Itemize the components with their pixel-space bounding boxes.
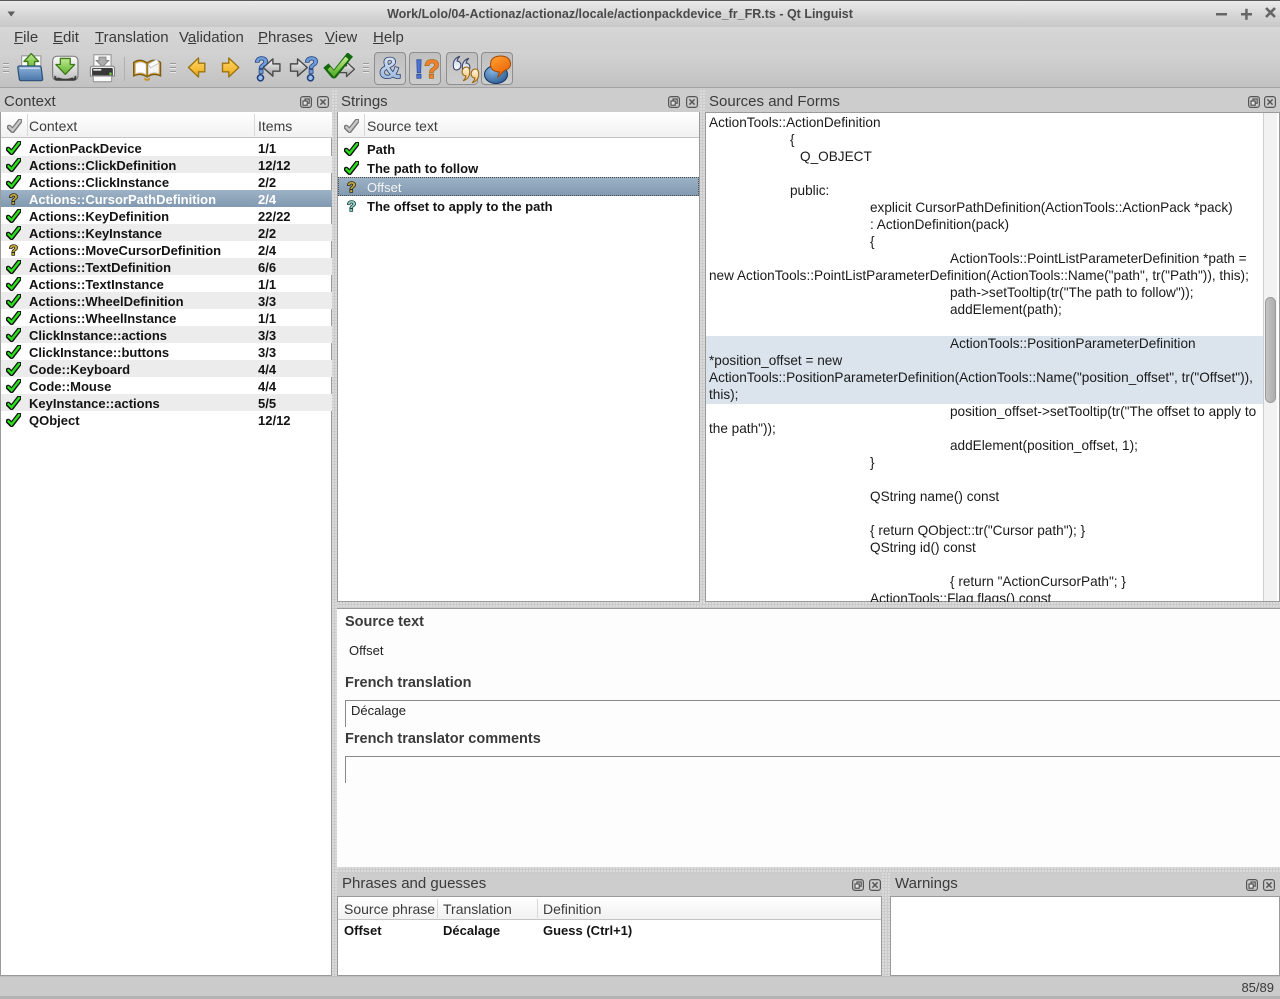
svg-text:?: ? [424, 54, 440, 84]
svg-text:!: ! [415, 54, 424, 84]
svg-text:&: & [379, 52, 401, 85]
